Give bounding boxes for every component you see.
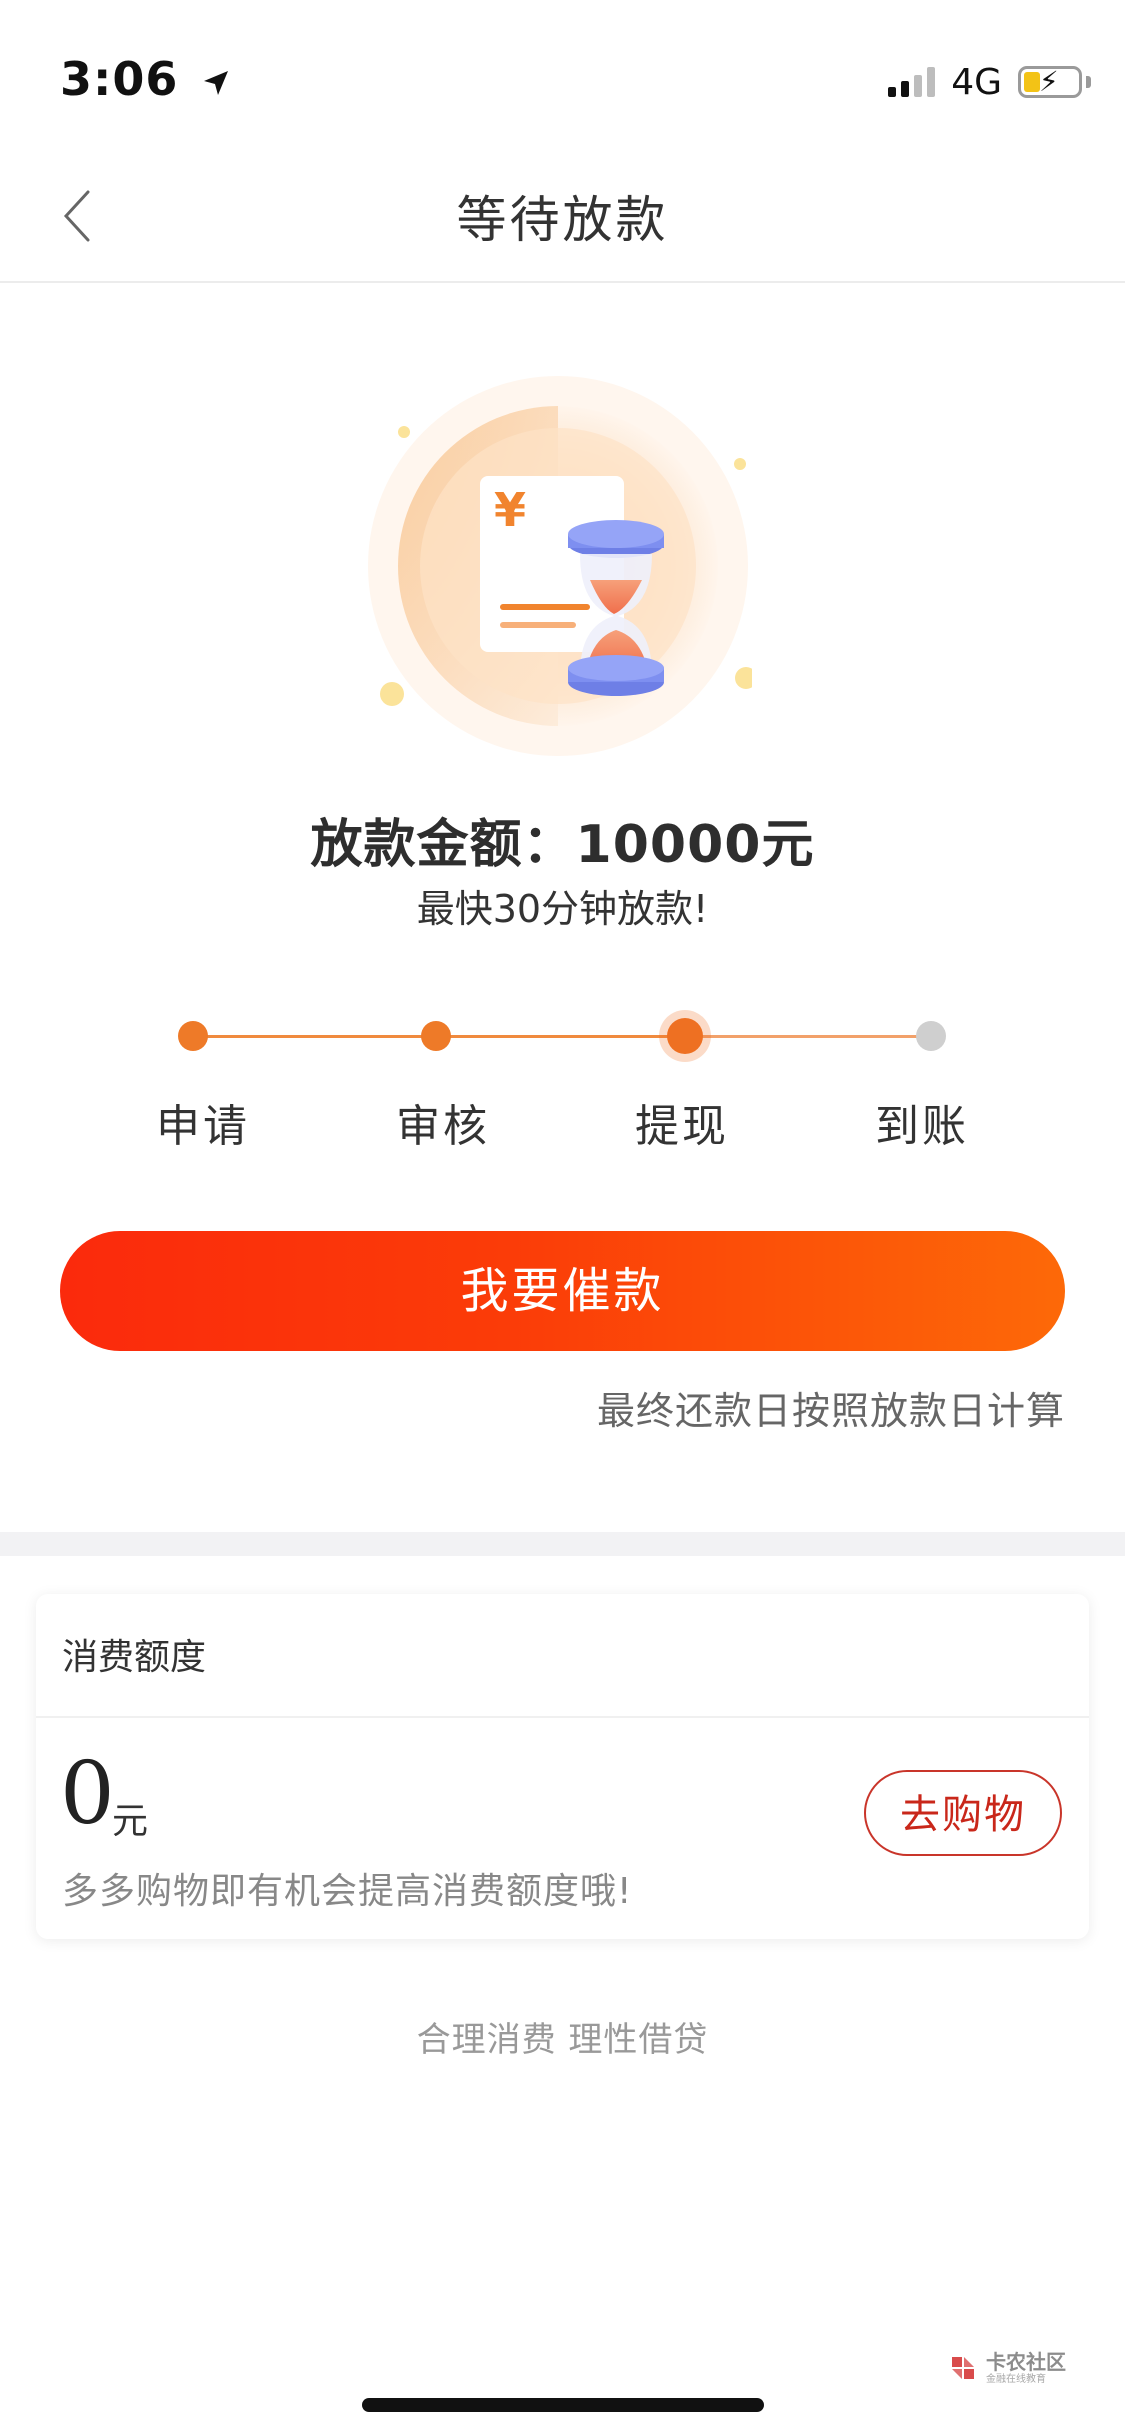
footer-slogan: 合理消费 理性借贷 — [416, 2020, 709, 2060]
loan-amount: 放款金额：10000元 — [310, 815, 815, 875]
page-title: 等待放款 — [456, 191, 669, 249]
cellular-signal-icon — [888, 67, 936, 97]
step-connector — [685, 1035, 931, 1038]
kanong-logo-icon — [952, 2357, 974, 2379]
svg-text:¥: ¥ — [494, 483, 526, 537]
waiting-hourglass-illustration: ¥ — [368, 376, 752, 756]
step-label-withdraw: 提现 — [635, 1101, 729, 1152]
watermark-subtitle: 金融在线教育 — [986, 2373, 1046, 2385]
step-connector — [436, 1035, 685, 1038]
status-time: 3:06 — [60, 52, 231, 106]
step-dot-received — [916, 1021, 946, 1051]
step-dot-review — [421, 1021, 451, 1051]
step-dot-apply — [178, 1021, 208, 1051]
watermark-title: 卡农社区 — [986, 2349, 1066, 2374]
card-divider — [36, 1716, 1089, 1718]
network-type: 4G — [951, 61, 1002, 103]
nav-divider — [0, 281, 1125, 283]
card-title: 消费额度 — [62, 1637, 207, 1678]
consumption-hint: 多多购物即有机会提高消费额度哦! — [62, 1871, 633, 1912]
step-label-received: 到账 — [875, 1101, 969, 1152]
home-indicator[interactable] — [362, 2398, 764, 2412]
consumption-limit-value: 0 — [60, 1744, 115, 1844]
loan-speed-note: 最快30分钟放款! — [416, 887, 709, 931]
consumption-limit-unit: 元 — [112, 1801, 149, 1842]
status-indicators: 4G ⚡ — [888, 60, 1091, 104]
watermark: 卡农社区 金融在线教育 — [948, 2348, 1068, 2388]
urge-loan-button[interactable]: 我要催款 — [60, 1231, 1065, 1351]
step-label-apply: 申请 — [156, 1101, 250, 1152]
go-shopping-button[interactable]: 去购物 — [864, 1770, 1062, 1856]
battery-icon: ⚡ — [1018, 65, 1082, 98]
step-connector — [193, 1035, 436, 1038]
repayment-note: 最终还款日按照放款日计算 — [596, 1389, 1065, 1433]
step-dot-withdraw — [667, 1018, 703, 1054]
section-separator — [0, 1532, 1125, 1556]
location-arrow-icon — [204, 70, 229, 95]
status-time-text: 3:06 — [60, 52, 179, 106]
battery-cap — [1086, 76, 1091, 88]
consumption-limit-card: 消费额度 0 元 多多购物即有机会提高消费额度哦! 去购物 — [36, 1594, 1089, 1939]
step-label-review: 审核 — [396, 1101, 490, 1152]
